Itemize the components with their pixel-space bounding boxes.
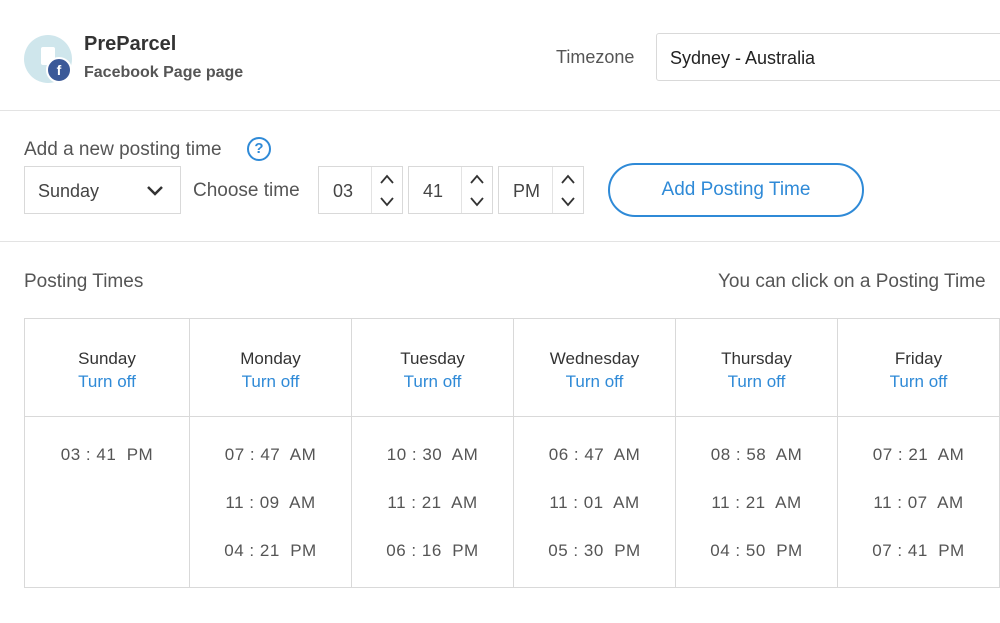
posting-time[interactable]: 07 : 47 AM <box>190 445 351 465</box>
turn-off-link[interactable]: Turn off <box>676 372 837 392</box>
choose-time-label: Choose time <box>193 180 300 201</box>
posting-time[interactable]: 06 : 16 PM <box>352 541 513 561</box>
day-name: Thursday <box>721 349 792 368</box>
chevron-down-icon[interactable] <box>469 195 485 207</box>
posting-time[interactable]: 05 : 30 PM <box>514 541 675 561</box>
help-icon[interactable]: ? <box>247 137 271 161</box>
timezone-select[interactable]: Sydney - Australia <box>656 33 1000 81</box>
day-header: Thursday Turn off <box>676 319 837 417</box>
add-posting-label: Add a new posting time <box>24 139 222 160</box>
day-name: Tuesday <box>400 349 465 368</box>
posting-time[interactable]: 03 : 41 PM <box>25 445 189 465</box>
ampm-stepper[interactable]: PM <box>498 166 584 214</box>
day-select[interactable]: Sunday <box>24 166 181 214</box>
posting-time[interactable]: 07 : 41 PM <box>838 541 999 561</box>
day-name: Sunday <box>78 349 136 368</box>
day-column-tuesday: Tuesday Turn off 10 : 30 AM 11 : 21 AM 0… <box>352 319 514 587</box>
day-name: Monday <box>240 349 301 368</box>
day-name: Friday <box>894 349 943 368</box>
turn-off-link[interactable]: Turn off <box>352 372 513 392</box>
turn-off-link[interactable]: Turn off <box>514 372 675 392</box>
add-posting-time-button[interactable]: Add Posting Time <box>608 163 864 217</box>
posting-time[interactable]: 11 : 21 AM <box>352 493 513 513</box>
account-name: PreParcel <box>84 33 177 55</box>
posting-time[interactable]: 08 : 58 AM <box>676 445 837 465</box>
day-name: Wednesday <box>549 349 640 368</box>
posting-time[interactable]: 04 : 50 PM <box>676 541 837 561</box>
chevron-up-icon[interactable] <box>469 173 485 185</box>
turn-off-link[interactable]: Turn off <box>190 372 351 392</box>
day-select-value: Sunday <box>38 181 100 201</box>
ampm-value: PM <box>513 181 540 201</box>
day-column-sunday: Sunday Turn off 03 : 41 PM <box>25 319 190 587</box>
minute-stepper[interactable]: 41 <box>408 166 493 214</box>
ampm-stepper-arrows <box>552 167 583 213</box>
posting-times-hint: You can click on a Posting Time <box>718 271 986 292</box>
hour-value: 03 <box>333 181 354 201</box>
hour-stepper[interactable]: 03 <box>318 166 403 214</box>
posting-time[interactable]: 11 : 07 AM <box>838 493 999 513</box>
day-header: Wednesday Turn off <box>514 319 675 417</box>
posting-time[interactable]: 11 : 09 AM <box>190 493 351 513</box>
timezone-label: Timezone <box>556 47 635 67</box>
divider <box>0 241 1000 242</box>
posting-time[interactable]: 07 : 21 AM <box>838 445 999 465</box>
account-type: Facebook Page page <box>84 64 244 81</box>
day-column-monday: Monday Turn off 07 : 47 AM 11 : 09 AM 04… <box>190 319 352 587</box>
chevron-up-icon[interactable] <box>379 173 395 185</box>
day-column-thursday: Thursday Turn off 08 : 58 AM 11 : 21 AM … <box>676 319 838 587</box>
turn-off-link[interactable]: Turn off <box>838 372 999 392</box>
posting-time[interactable]: 10 : 30 AM <box>352 445 513 465</box>
day-column-wednesday: Wednesday Turn off 06 : 47 AM 11 : 01 AM… <box>514 319 676 587</box>
posting-time[interactable]: 11 : 01 AM <box>514 493 675 513</box>
minute-stepper-arrows <box>461 167 492 213</box>
posting-times-label: Posting Times <box>24 271 144 292</box>
minute-value: 41 <box>423 181 444 201</box>
day-column-friday: Friday Turn off 07 : 21 AM 11 : 07 AM 07… <box>838 319 1000 587</box>
day-header: Monday Turn off <box>190 319 351 417</box>
chevron-down-icon <box>147 186 163 196</box>
divider <box>0 110 1000 111</box>
posting-time[interactable]: 06 : 47 AM <box>514 445 675 465</box>
posting-time[interactable]: 11 : 21 AM <box>676 493 837 513</box>
day-header: Sunday Turn off <box>25 319 189 417</box>
turn-off-link[interactable]: Turn off <box>25 372 189 392</box>
facebook-icon: f <box>46 57 72 83</box>
day-header: Tuesday Turn off <box>352 319 513 417</box>
chevron-up-icon[interactable] <box>560 173 576 185</box>
hour-stepper-arrows <box>371 167 402 213</box>
chevron-down-icon[interactable] <box>379 195 395 207</box>
chevron-down-icon[interactable] <box>560 195 576 207</box>
day-header: Friday Turn off <box>838 319 999 417</box>
posting-times-grid: Sunday Turn off 03 : 41 PM Monday Turn o… <box>24 318 1000 588</box>
posting-time[interactable]: 04 : 21 PM <box>190 541 351 561</box>
